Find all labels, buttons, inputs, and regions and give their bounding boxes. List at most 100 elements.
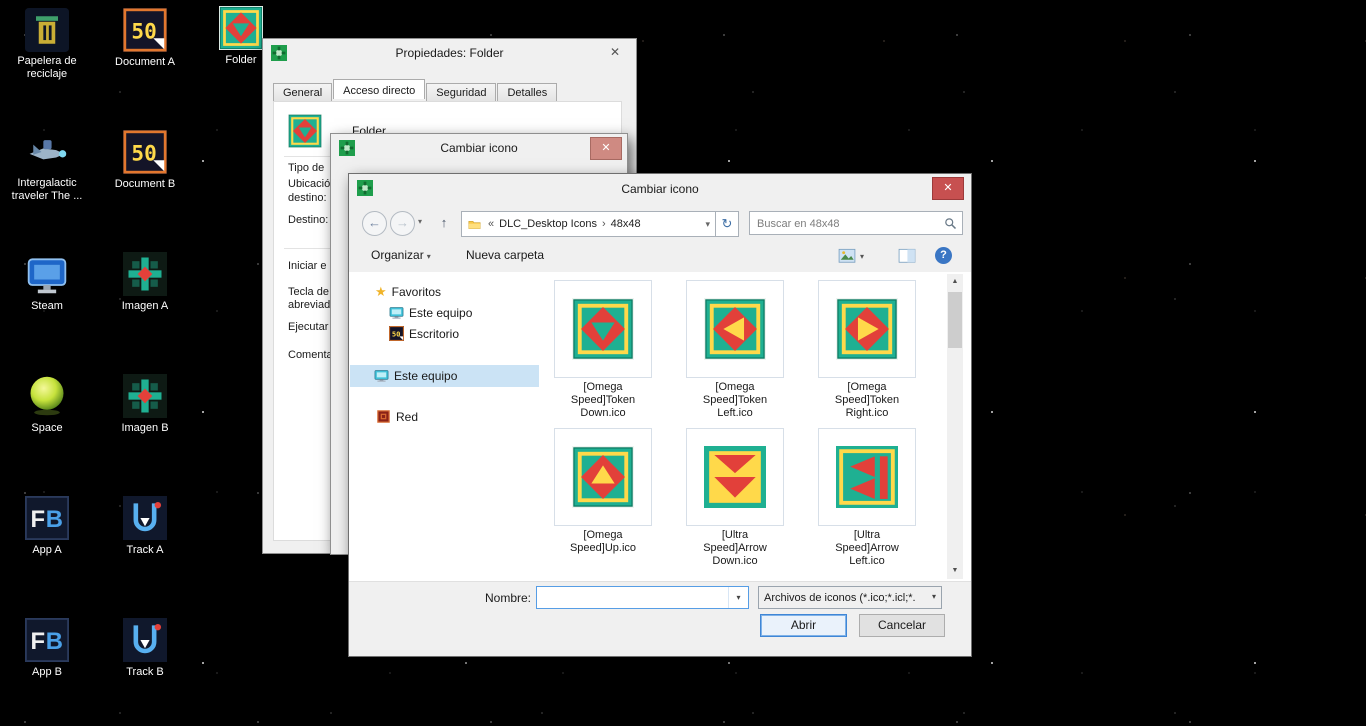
desktop-icon-track-a[interactable]: Track A — [99, 496, 191, 558]
file-label: [Omega Speed]Token Down.ico — [560, 381, 646, 420]
organize-menu[interactable]: Organizar▾ — [371, 248, 431, 262]
tab-detalles[interactable]: Detalles — [497, 83, 557, 101]
file-name-input[interactable] — [541, 589, 725, 607]
file-item-up[interactable]: [Omega Speed]Up.ico — [537, 428, 669, 556]
desktop-icon-label: Papelera de reciclaje — [5, 55, 89, 81]
search-input[interactable] — [755, 214, 937, 233]
change-icon-back-titlebar[interactable]: Cambiar icono ✕ — [331, 134, 627, 163]
desktop-icon-steam[interactable]: Steam — [1, 252, 93, 314]
search-icon — [943, 216, 958, 231]
help-icon[interactable]: ? — [935, 247, 952, 264]
scroll-up-icon[interactable]: ▲ — [947, 274, 963, 290]
up-button[interactable]: ↑ — [433, 213, 455, 233]
history-dropdown-icon[interactable]: ▾ — [418, 217, 422, 226]
star-icon: ★ — [375, 284, 387, 299]
address-dropdown-icon[interactable]: ▾ — [705, 219, 710, 230]
desktop-icon-imagen-a[interactable]: Imagen A — [99, 252, 191, 314]
field-label-iniciar: Iniciar e — [288, 260, 327, 272]
file-thumbnail — [554, 280, 652, 378]
token-right-icon — [836, 298, 898, 360]
svg-text:50: 50 — [392, 329, 401, 338]
file-type-value: Archivos de iconos (*.ico;*.icl;*. — [764, 592, 921, 604]
window-title: Cambiar icono — [349, 182, 971, 196]
desktop-icon-imagen-b[interactable]: Imagen B — [99, 374, 191, 436]
desktop-icon-space[interactable]: Space — [1, 374, 93, 436]
properties-titlebar[interactable]: Propiedades: Folder ✕ — [263, 39, 636, 68]
breadcrumb-current[interactable]: 48x48 — [611, 218, 641, 230]
tab-general[interactable]: General — [273, 83, 332, 101]
tab-seguridad[interactable]: Seguridad — [426, 83, 496, 101]
file-item-token-down[interactable]: [Omega Speed]Token Down.ico — [537, 280, 669, 421]
preview-pane-icon[interactable] — [897, 246, 917, 266]
desktop-icon-label: Folder — [225, 54, 256, 67]
refresh-button[interactable]: ↻ — [716, 211, 739, 237]
scroll-down-icon[interactable]: ▼ — [947, 563, 963, 579]
forward-button[interactable]: → — [390, 211, 415, 236]
back-button[interactable]: ← — [362, 211, 387, 236]
desktop-folder-icon: 50 — [389, 326, 404, 341]
image-icon — [123, 374, 167, 418]
breadcrumb-overflow[interactable]: « — [488, 218, 494, 230]
properties-tabs: GeneralAcceso directoSeguridadDetalles — [273, 81, 558, 102]
file-thumbnail — [554, 428, 652, 526]
desktop-icon-document-b[interactable]: 50 Document B — [99, 130, 191, 192]
search-box[interactable] — [749, 211, 963, 235]
scrollbar-thumb[interactable] — [948, 292, 962, 348]
desktop-icon-label: Track A — [127, 544, 164, 557]
file-item-token-left[interactable]: [Omega Speed]Token Left.ico — [669, 280, 801, 421]
document-icon: 50 — [123, 130, 167, 174]
desktop-icon-app-a[interactable]: FB App A — [1, 496, 93, 558]
open-button[interactable]: Abrir — [760, 614, 847, 637]
document-icon: 50 — [123, 8, 167, 52]
desktop-icon-label: Track B — [126, 666, 164, 679]
views-dropdown-icon[interactable]: ▾ — [860, 252, 864, 261]
sidebar-item-escritorio[interactable]: 50Escritorio — [389, 326, 459, 341]
new-folder-button[interactable]: Nueva carpeta — [466, 248, 544, 262]
vertical-scrollbar[interactable]: ▲ ▼ — [947, 274, 963, 579]
breadcrumb-separator-icon: › — [602, 218, 606, 230]
desktop-icon-label: Imagen B — [121, 422, 168, 435]
file-item-arrow-left[interactable]: [Ultra Speed]Arrow Left.ico — [801, 428, 933, 569]
breadcrumb-root[interactable]: DLC_Desktop Icons — [499, 218, 597, 230]
sidebar-item-este-equipo-fav[interactable]: Este equipo — [389, 305, 472, 320]
back-icon: ← — [368, 215, 381, 230]
sidebar-item-este-equipo[interactable]: Este equipo — [350, 365, 539, 387]
cancel-button[interactable]: Cancelar — [859, 614, 945, 637]
close-icon[interactable]: ✕ — [932, 177, 964, 200]
desktop-icon-recycle-bin[interactable]: Papelera de reciclaje — [1, 8, 93, 82]
file-item-arrow-down[interactable]: [Ultra Speed]Arrow Down.ico — [669, 428, 801, 569]
folder-icon — [467, 218, 482, 231]
up-icon: ↑ — [441, 215, 448, 230]
file-label: [Omega Speed]Token Left.ico — [692, 381, 778, 420]
desktop-icon-label: App A — [32, 544, 61, 557]
svg-text:B: B — [46, 628, 63, 655]
sidebar-item-red[interactable]: Red — [376, 409, 418, 424]
file-item-token-right[interactable]: [Omega Speed]Token Right.ico — [801, 280, 933, 421]
organize-label: Organizar — [371, 248, 424, 262]
arrow-left-icon — [836, 446, 898, 508]
file-name-combobox[interactable]: ▾ — [536, 586, 749, 609]
field-label-abreviado: abreviad — [288, 299, 330, 311]
app-icon: FB — [25, 618, 69, 662]
desktop-icon-intergalactic[interactable]: Intergalactic traveler The ... — [1, 130, 93, 204]
sidebar-item-favoritos[interactable]: ★Favoritos — [375, 284, 441, 300]
file-type-select[interactable]: Archivos de iconos (*.ico;*.icl;*. ▾ — [758, 586, 942, 609]
desktop-icon-document-a[interactable]: 50 Document A — [99, 8, 191, 70]
close-icon[interactable]: ✕ — [590, 137, 622, 160]
file-dialog-titlebar[interactable]: Cambiar icono ✕ — [349, 174, 971, 204]
token-left-icon — [704, 298, 766, 360]
views-icon[interactable] — [837, 246, 857, 266]
address-bar[interactable]: « DLC_Desktop Icons › 48x48 ▾ — [461, 211, 716, 237]
close-icon[interactable]: ✕ — [600, 42, 630, 63]
field-label-tipo: Tipo de — [288, 162, 324, 174]
svg-text:50: 50 — [131, 18, 156, 43]
tab-acceso-directo[interactable]: Acceso directo — [333, 79, 425, 99]
folder-token-icon — [219, 6, 263, 50]
desktop-icon-label: Imagen A — [122, 300, 168, 313]
combo-dropdown-icon[interactable]: ▾ — [728, 587, 748, 608]
desktop-icon-label: Intergalactic traveler The ... — [5, 177, 89, 203]
field-label-comentario: Comenta — [288, 349, 333, 361]
network-icon — [376, 409, 391, 424]
desktop-icon-track-b[interactable]: Track B — [99, 618, 191, 680]
desktop-icon-app-b[interactable]: FB App B — [1, 618, 93, 680]
